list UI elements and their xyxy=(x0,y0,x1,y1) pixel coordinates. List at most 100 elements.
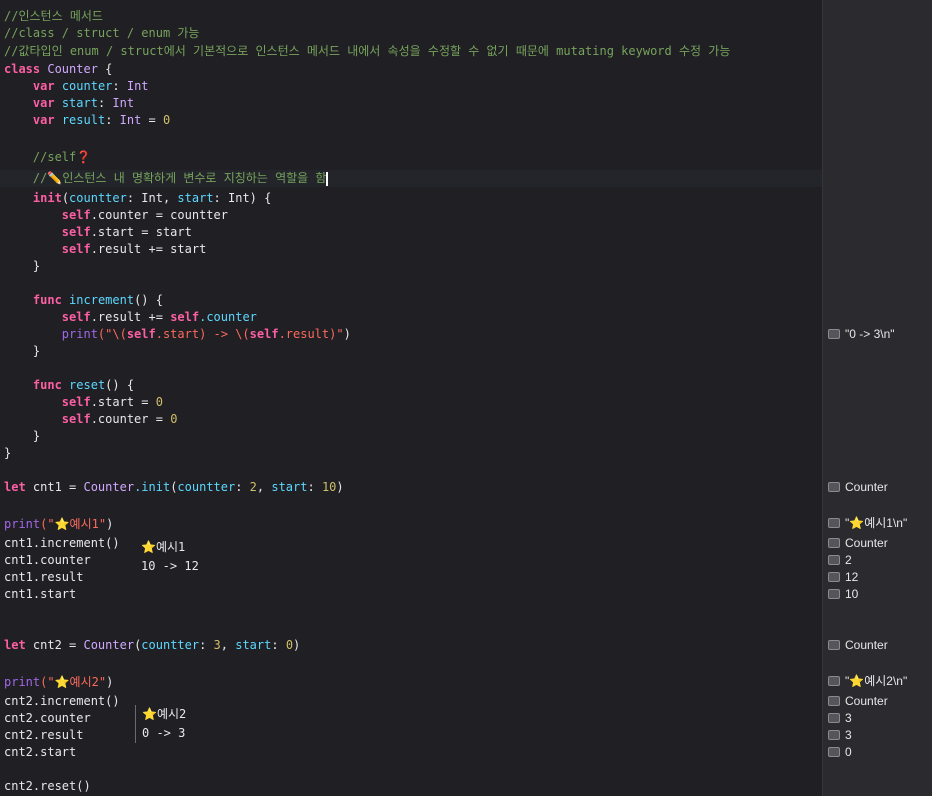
result-row[interactable]: 3 xyxy=(828,710,852,726)
code-line[interactable]: cnt2.increment() xyxy=(4,693,120,710)
code-line[interactable]: cnt1.result xyxy=(4,569,83,586)
result-value: "0 -> 3\n" xyxy=(845,327,895,341)
quick-look-icon[interactable] xyxy=(828,675,840,686)
result-row[interactable]: Counter xyxy=(828,693,888,709)
result-row[interactable]: "0 -> 3\n" xyxy=(828,326,895,342)
quick-look-icon[interactable] xyxy=(828,328,840,339)
result-value: Counter xyxy=(845,480,888,494)
keyword: self xyxy=(61,208,91,222)
code-line[interactable]: print("⭐예시2") xyxy=(4,674,113,691)
code-line[interactable]: cnt2.result xyxy=(4,727,83,744)
result-row[interactable]: 10 xyxy=(828,586,858,602)
code-punct: : Int) { xyxy=(213,191,272,205)
code-line[interactable]: cnt2.start xyxy=(4,744,76,761)
result-row[interactable]: "⭐예시2\n" xyxy=(828,673,907,689)
result-row[interactable]: 3 xyxy=(828,727,852,743)
console-label: 예시2 xyxy=(156,707,187,721)
function-name: print xyxy=(61,327,98,341)
result-row[interactable]: Counter xyxy=(828,637,888,653)
result-row[interactable]: 2 xyxy=(828,552,852,568)
quick-look-icon[interactable] xyxy=(828,746,840,757)
code-line[interactable]: print("\(self.start) -> \(self.result)") xyxy=(4,326,351,343)
code-line[interactable]: class Counter { xyxy=(4,61,112,78)
code-line[interactable]: self.counter = countter xyxy=(4,207,228,224)
result-row[interactable]: Counter xyxy=(828,479,888,495)
code-line[interactable]: cnt1.counter xyxy=(4,552,91,569)
code-line[interactable]: cnt1.start xyxy=(4,586,76,603)
code-punct: = xyxy=(141,113,164,127)
identifier: start xyxy=(235,638,272,652)
code-text: cnt2 = xyxy=(25,638,84,652)
code-line[interactable]: self.start = 0 xyxy=(4,394,163,411)
quick-look-icon[interactable] xyxy=(828,588,840,599)
code-line[interactable]: init(countter: Int, start: Int) { xyxy=(4,190,271,207)
code-line[interactable]: func increment() { xyxy=(4,292,163,309)
code-line[interactable]: cnt2.counter xyxy=(4,710,91,727)
code-text: cnt2.result xyxy=(4,728,84,742)
string-literal: (" xyxy=(40,675,55,689)
quick-look-icon[interactable] xyxy=(828,729,840,740)
quick-look-icon[interactable] xyxy=(828,712,840,723)
code-line[interactable]: var result: Int = 0 xyxy=(4,112,170,129)
code-line[interactable]: var start: Int xyxy=(4,95,134,112)
comment-text: //값타입인 enum / struct에서 기본적으로 인스턴스 메서드 내에… xyxy=(4,44,731,58)
keyword: self xyxy=(61,225,91,239)
code-text: .start = xyxy=(90,395,156,409)
code-line[interactable]: //값타입인 enum / struct에서 기본적으로 인스턴스 메서드 내에… xyxy=(4,43,730,60)
code-line[interactable]: self.result += self.counter xyxy=(4,309,257,326)
code-punct: ( xyxy=(61,191,70,205)
number-literal: 0 xyxy=(155,395,163,409)
result-value: 3 xyxy=(845,728,852,742)
result-row[interactable]: 12 xyxy=(828,569,858,585)
code-line[interactable]: print("⭐예시1") xyxy=(4,516,113,533)
quick-look-icon[interactable] xyxy=(828,695,840,706)
code-line[interactable]: self.result += start xyxy=(4,241,207,258)
code-line[interactable]: self.counter = 0 xyxy=(4,411,178,428)
code-line[interactable]: self.start = start xyxy=(4,224,192,241)
result-row[interactable]: 0 xyxy=(828,744,852,760)
code-text: cnt1.increment() xyxy=(4,536,120,550)
star-icon: ⭐ xyxy=(141,540,156,554)
function-name: reset xyxy=(69,378,106,392)
keyword: self xyxy=(126,327,156,341)
keyword: var xyxy=(32,113,55,127)
keyword: class xyxy=(4,62,41,76)
quick-look-icon[interactable] xyxy=(828,639,840,650)
code-line[interactable]: let cnt2 = Counter(countter: 3, start: 0… xyxy=(4,637,300,654)
code-editor[interactable]: //인스턴스 메서드 //class / struct / enum 가능 //… xyxy=(0,0,822,796)
code-punct: () { xyxy=(134,293,163,307)
result-value: "⭐예시1\n" xyxy=(845,516,908,530)
code-punct: : xyxy=(307,480,322,494)
result-value: 12 xyxy=(845,570,859,584)
console-output-1: ⭐예시1 10 -> 12 xyxy=(141,538,199,576)
function-name: print xyxy=(4,675,41,689)
code-line[interactable]: cnt2.reset() xyxy=(4,778,91,795)
code-punct: : xyxy=(235,480,250,494)
code-line[interactable]: //self❓ xyxy=(4,149,91,166)
identifier: countter xyxy=(177,480,236,494)
code-punct: } xyxy=(32,259,41,273)
string-literal: (" xyxy=(40,517,55,531)
code-line[interactable]: } xyxy=(4,343,40,360)
quick-look-icon[interactable] xyxy=(828,481,840,492)
quick-look-icon[interactable] xyxy=(828,517,840,528)
code-text: cnt2.reset() xyxy=(4,779,91,793)
code-text: .counter = xyxy=(90,412,171,426)
quick-look-icon[interactable] xyxy=(828,537,840,548)
quick-look-icon[interactable] xyxy=(828,571,840,582)
code-line-current[interactable]: //✏️인스턴스 내 명확하게 변수로 지칭하는 역할을 함 xyxy=(0,170,822,187)
code-line[interactable]: } xyxy=(4,445,11,462)
code-line[interactable]: } xyxy=(4,258,40,275)
code-line[interactable]: func reset() { xyxy=(4,377,134,394)
result-row[interactable]: "⭐예시1\n" xyxy=(828,515,907,531)
result-row[interactable]: Counter xyxy=(828,535,888,551)
keyword: self xyxy=(61,395,91,409)
code-line[interactable]: //인스턴스 메서드 xyxy=(4,8,103,25)
code-line[interactable]: let cnt1 = Counter.init(countter: 2, sta… xyxy=(4,479,344,496)
code-line[interactable]: cnt1.increment() xyxy=(4,535,120,552)
code-line[interactable]: } xyxy=(4,428,40,445)
code-line[interactable]: var counter: Int xyxy=(4,78,149,95)
console-line: 10 -> 12 xyxy=(141,559,199,573)
quick-look-icon[interactable] xyxy=(828,554,840,565)
code-line[interactable]: //class / struct / enum 가능 xyxy=(4,25,199,42)
